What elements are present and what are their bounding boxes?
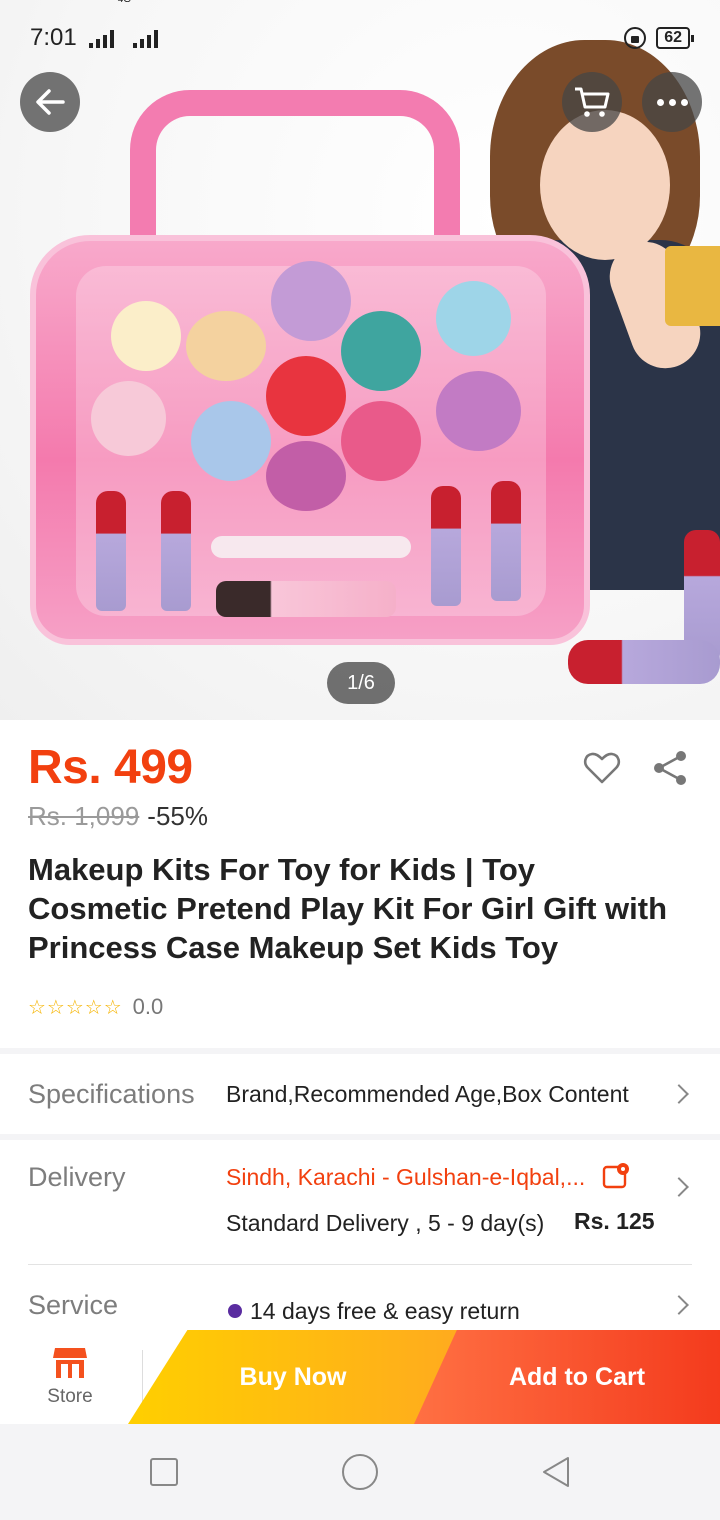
specifications-row[interactable]: Specifications Brand,Recommended Age,Box… xyxy=(0,1054,720,1134)
share-icon[interactable] xyxy=(650,748,690,788)
original-price: Rs. 1,099 xyxy=(28,801,140,831)
store-button[interactable]: Store xyxy=(0,1330,140,1424)
delivery-label: Delivery xyxy=(28,1162,126,1192)
buy-now-label: Buy Now xyxy=(239,1362,347,1391)
divider xyxy=(28,1264,692,1265)
chevron-right-icon[interactable] xyxy=(669,1295,689,1315)
delivery-address[interactable]: Sindh, Karachi - Gulshan-e-Iqbal,... xyxy=(226,1164,585,1191)
divider xyxy=(142,1350,143,1404)
delivery-service-card: Delivery Sindh, Karachi - Gulshan-e-Iqba… xyxy=(0,1140,720,1330)
rating-row[interactable]: ☆☆☆☆☆ 0.0 xyxy=(28,994,163,1020)
shopping-cart-icon xyxy=(575,87,610,117)
status-time: 7:01 xyxy=(30,24,77,51)
specifications-label: Specifications xyxy=(28,1078,195,1109)
store-label: Store xyxy=(47,1386,93,1407)
rating-value: 0.0 xyxy=(132,994,164,1019)
discount-percent: -55% xyxy=(147,801,208,831)
bottom-action-bar: Store Buy Now Add to Cart xyxy=(0,1330,720,1424)
gallery-page-indicator: 1/6 xyxy=(327,662,395,704)
back-button[interactable] xyxy=(20,72,80,132)
arrow-left-icon xyxy=(36,89,65,115)
product-title: Makeup Kits For Toy for Kids | Toy Cosme… xyxy=(28,852,668,965)
service-label: Service xyxy=(28,1290,119,1320)
back-triangle-icon[interactable] xyxy=(538,1454,574,1490)
add-to-cart-label: Add to Cart xyxy=(508,1362,646,1391)
rotation-lock-icon xyxy=(624,27,647,49)
chevron-right-icon xyxy=(669,1084,689,1104)
more-dots-icon xyxy=(656,98,688,106)
buy-now-button[interactable]: Buy Now xyxy=(128,1330,458,1424)
location-edit-icon[interactable] xyxy=(602,1162,630,1190)
status-bar: 7:01 4G 62 xyxy=(0,0,720,76)
battery-icon: 62 xyxy=(656,27,694,49)
price-original-row: Rs. 1,099 -55% xyxy=(28,801,692,832)
add-to-cart-button[interactable]: Add to Cart xyxy=(414,1330,720,1424)
delivery-method: Standard Delivery , 5 - 9 day(s) xyxy=(226,1210,545,1236)
recent-apps-icon[interactable] xyxy=(150,1458,178,1486)
rating-stars-icon: ☆☆☆☆☆ xyxy=(28,996,123,1019)
system-navigation-bar xyxy=(0,1424,720,1520)
cart-button[interactable] xyxy=(562,72,622,132)
product-photo-makeup-case xyxy=(30,235,590,645)
store-icon xyxy=(53,1348,87,1378)
service-text: 14 days free & easy return xyxy=(250,1298,520,1324)
signal-icon xyxy=(88,28,114,48)
delivery-fee: Rs. 125 xyxy=(574,1208,655,1234)
more-options-button[interactable] xyxy=(642,72,702,132)
network-type: 4G xyxy=(118,0,131,5)
return-policy-icon xyxy=(228,1304,242,1318)
product-photo-lipstick-lying xyxy=(568,640,720,684)
signal-icon-2 xyxy=(133,28,159,48)
heart-icon[interactable] xyxy=(582,748,622,788)
home-icon[interactable] xyxy=(342,1454,378,1490)
specifications-value: Brand,Recommended Age,Box Content xyxy=(226,1080,629,1107)
product-info-card: Rs. 499 Rs. 1,099 -55% Makeup Kits For T… xyxy=(0,720,720,1048)
chevron-right-icon[interactable] xyxy=(669,1177,689,1197)
